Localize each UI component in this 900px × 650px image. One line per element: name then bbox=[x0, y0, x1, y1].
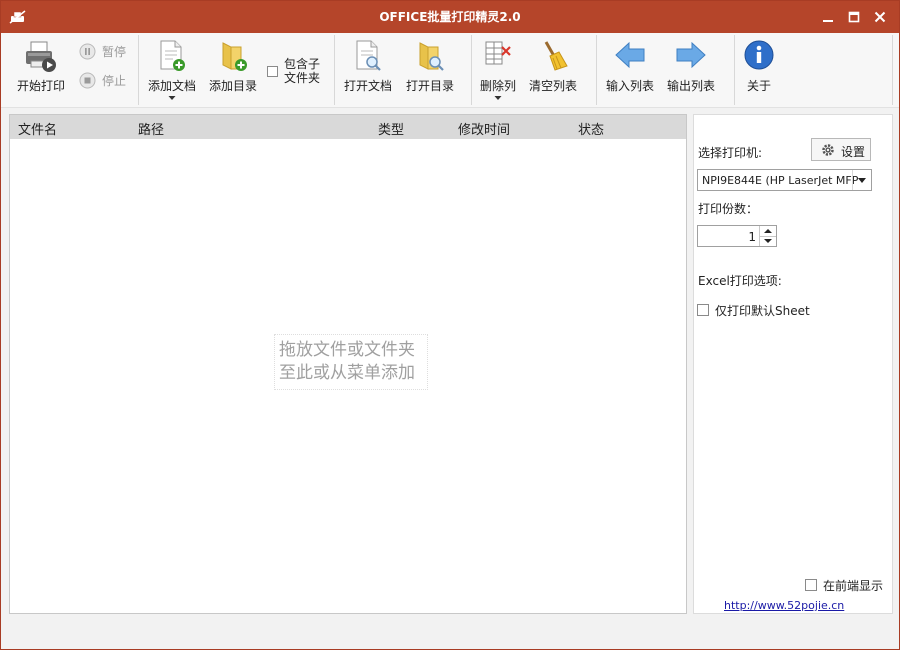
copies-decrement-button[interactable] bbox=[760, 236, 776, 246]
pause-label: 暂停 bbox=[102, 45, 127, 59]
include-subfolder-label-1: 包含子 bbox=[284, 57, 321, 71]
chevron-up-icon bbox=[764, 229, 772, 233]
about-label: 关于 bbox=[746, 79, 771, 93]
printer-select-value: NPI9E844E (HP LaserJet MFP bbox=[702, 174, 859, 187]
close-icon bbox=[874, 11, 886, 23]
include-subfolder-checkbox[interactable]: 包含子 文件夹 bbox=[267, 55, 327, 87]
copies-value[interactable]: 1 bbox=[748, 230, 756, 244]
column-header-modified[interactable]: 修改时间 bbox=[458, 119, 510, 138]
copies-spinner bbox=[759, 226, 776, 246]
add-folder-icon bbox=[217, 39, 249, 76]
add-directory-button[interactable]: 添加目录 bbox=[204, 33, 262, 107]
gear-icon bbox=[822, 144, 834, 156]
open-document-icon bbox=[353, 39, 383, 76]
export-list-button[interactable]: 输出列表 bbox=[662, 33, 720, 107]
delete-column-icon bbox=[482, 39, 514, 72]
column-header-status[interactable]: 状态 bbox=[578, 119, 604, 138]
open-document-label: 打开文档 bbox=[343, 79, 392, 93]
pause-icon bbox=[79, 43, 96, 60]
toolbar-separator bbox=[138, 35, 139, 105]
printer-select[interactable]: NPI9E844E (HP LaserJet MFP bbox=[697, 169, 872, 191]
default-sheet-only-box[interactable] bbox=[697, 304, 709, 316]
printer-icon bbox=[23, 39, 59, 76]
minimize-icon bbox=[823, 20, 833, 22]
maximize-icon bbox=[848, 11, 860, 23]
delete-column-label: 删除列 bbox=[479, 79, 516, 93]
printer-settings-button[interactable]: 设置 bbox=[811, 138, 871, 161]
empty-hint-line-2: 至此或从菜单添加 bbox=[279, 363, 415, 383]
window-title: OFFICE批量打印精灵2.0 bbox=[379, 10, 521, 24]
chevron-down-icon bbox=[494, 96, 502, 100]
minimize-button[interactable] bbox=[815, 5, 841, 29]
about-button[interactable]: 关于 bbox=[739, 33, 779, 107]
toolbar-separator bbox=[596, 35, 597, 105]
arrow-left-icon bbox=[614, 39, 646, 74]
arrow-right-icon bbox=[675, 39, 707, 74]
stop-label: 停止 bbox=[102, 74, 127, 88]
website-link[interactable]: http://www.52pojie.cn bbox=[724, 599, 844, 612]
import-list-label: 输入列表 bbox=[605, 79, 654, 93]
copies-label: 打印份数： bbox=[698, 202, 759, 216]
chevron-down-icon bbox=[764, 239, 772, 243]
open-directory-label: 打开目录 bbox=[405, 79, 454, 93]
export-list-label: 输出列表 bbox=[666, 79, 715, 93]
add-directory-label: 添加目录 bbox=[208, 79, 257, 93]
column-header-type[interactable]: 类型 bbox=[378, 119, 404, 138]
chevron-down-icon bbox=[168, 96, 176, 100]
delete-column-button[interactable]: 删除列 bbox=[475, 33, 521, 107]
stop-button[interactable]: 停止 bbox=[79, 69, 134, 91]
broom-icon bbox=[537, 39, 569, 76]
file-list-header: 文件名 路径 类型 修改时间 状态 bbox=[10, 115, 686, 139]
open-folder-icon bbox=[414, 39, 446, 76]
column-header-filename[interactable]: 文件名 bbox=[18, 119, 57, 138]
printer-settings-label: 设置 bbox=[841, 145, 866, 159]
start-print-button[interactable]: 开始打印 bbox=[11, 33, 71, 107]
settings-panel: 选择打印机: 设置 NPI9E844E (HP LaserJet MFP 打印份… bbox=[693, 114, 893, 614]
excel-options-label: Excel打印选项: bbox=[698, 274, 782, 288]
title-bar: OFFICE批量打印精灵2.0 bbox=[1, 1, 899, 33]
file-list[interactable]: 文件名 路径 类型 修改时间 状态 拖放文件或文件夹 至此或从菜单添加 bbox=[9, 114, 687, 614]
always-on-top-label: 在前端显示 bbox=[823, 579, 884, 593]
chevron-down-icon bbox=[858, 178, 866, 183]
open-document-button[interactable]: 打开文档 bbox=[340, 33, 396, 107]
default-sheet-only-label: 仅打印默认Sheet bbox=[715, 304, 810, 318]
open-directory-button[interactable]: 打开目录 bbox=[401, 33, 459, 107]
empty-hint-line-1: 拖放文件或文件夹 bbox=[279, 340, 415, 360]
toolbar-separator bbox=[734, 35, 735, 105]
close-button[interactable] bbox=[867, 5, 893, 29]
clear-list-label: 清空列表 bbox=[528, 79, 577, 93]
toolbar-separator bbox=[334, 35, 335, 105]
always-on-top-box[interactable] bbox=[805, 579, 817, 591]
import-list-button[interactable]: 输入列表 bbox=[601, 33, 659, 107]
start-print-label: 开始打印 bbox=[16, 79, 65, 93]
clear-list-button[interactable]: 清空列表 bbox=[525, 33, 581, 107]
toolbar-separator bbox=[471, 35, 472, 105]
empty-drop-hint: 拖放文件或文件夹 至此或从菜单添加 bbox=[274, 334, 428, 390]
toolbar: 开始打印 暂停 停止 添加文档 添加目录 包含子 文件夹 打开文档 打开目录 删… bbox=[1, 33, 899, 108]
info-icon bbox=[743, 39, 775, 74]
include-subfolder-box[interactable] bbox=[267, 66, 278, 77]
add-document-label: 添加文档 bbox=[147, 79, 196, 93]
column-header-path[interactable]: 路径 bbox=[138, 119, 164, 138]
add-document-button[interactable]: 添加文档 bbox=[144, 33, 200, 107]
stop-icon bbox=[79, 72, 96, 89]
maximize-button[interactable] bbox=[841, 5, 867, 29]
copies-stepper[interactable]: 1 bbox=[697, 225, 777, 247]
select-printer-label: 选择打印机: bbox=[698, 146, 763, 160]
include-subfolder-label-2: 文件夹 bbox=[284, 71, 321, 85]
add-document-icon bbox=[157, 39, 187, 76]
printer-select-dropdown[interactable] bbox=[852, 170, 871, 190]
app-window: OFFICE批量打印精灵2.0 开始打印 暂停 停止 添加文档 添加目录 包含子… bbox=[0, 0, 900, 650]
pause-button[interactable]: 暂停 bbox=[79, 40, 134, 62]
toolbar-separator bbox=[892, 35, 893, 105]
